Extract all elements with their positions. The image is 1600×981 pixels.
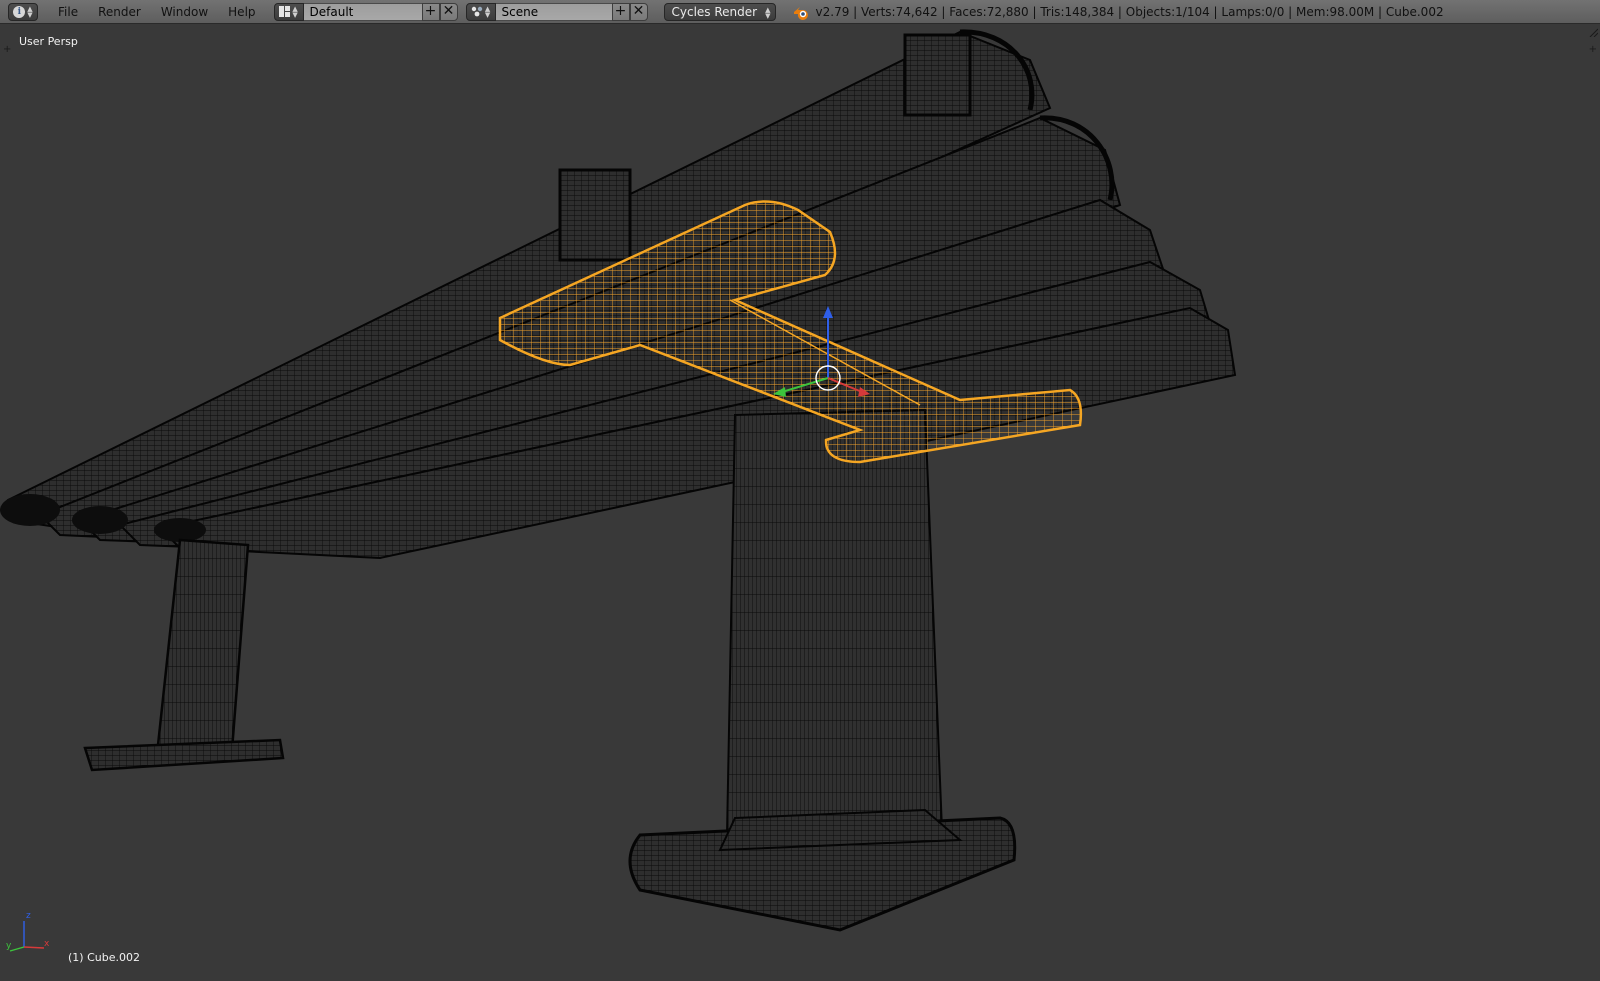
close-icon: ✕ <box>632 2 645 19</box>
screen-layout-icon[interactable]: ▲ ▼ <box>273 2 304 21</box>
menu-help[interactable]: Help <box>218 5 265 19</box>
wireframe-scene[interactable] <box>0 25 1600 981</box>
active-object-label: (1) Cube.002 <box>68 951 140 964</box>
plus-icon: + <box>424 2 437 19</box>
gizmo-x-label: x <box>44 939 50 949</box>
menu-render[interactable]: Render <box>88 5 151 19</box>
render-engine-label: Cycles Render <box>671 4 758 19</box>
menu-window[interactable]: Window <box>151 5 218 19</box>
remove-layout-button[interactable]: ✕ <box>439 2 458 21</box>
close-icon: ✕ <box>442 2 455 19</box>
scene-statistics: v2.79 | Verts:74,642 | Faces:72,880 | Tr… <box>815 4 1444 19</box>
gizmo-y-label: y <box>6 941 12 951</box>
view-name-label: User Persp <box>19 35 78 48</box>
scene-selector: ▲ ▼ Scene + ✕ <box>465 2 648 21</box>
blender-logo-icon <box>793 6 808 20</box>
scene-icon[interactable]: ▲ ▼ <box>465 2 496 21</box>
3d-viewport[interactable]: User Persp (1) Cube.002 + + z y x <box>0 25 1600 981</box>
area-split-left-icon[interactable]: + <box>3 44 11 55</box>
plus-icon: + <box>614 2 627 19</box>
bench-left-leg-mesh[interactable] <box>83 538 285 772</box>
area-split-right-icon[interactable]: + <box>1589 44 1597 55</box>
editor-type-selector[interactable]: i ▲ ▼ <box>8 2 38 21</box>
menu-file[interactable]: File <box>48 5 88 19</box>
render-engine-dropdown[interactable]: Cycles Render ▲ ▼ <box>663 2 776 21</box>
gizmo-z-label: z <box>26 911 31 921</box>
add-layout-button[interactable]: + <box>421 2 440 21</box>
scene-field[interactable]: Scene <box>495 2 612 21</box>
screen-layout-field[interactable]: Default <box>303 2 422 21</box>
updown-arrows-icon: ▲ ▼ <box>292 4 298 19</box>
screen-layout-selector: ▲ ▼ Default + ✕ <box>273 2 458 21</box>
remove-scene-button[interactable]: ✕ <box>629 2 648 21</box>
updown-arrows-icon: ▲ ▼ <box>484 4 491 19</box>
main-menu: File Render Window Help <box>48 5 266 19</box>
info-icon: i <box>13 5 26 18</box>
updown-arrows-icon: ▲ ▼ <box>27 4 33 19</box>
area-corner-icon[interactable] <box>1588 27 1598 37</box>
updown-arrows-icon: ▲ ▼ <box>765 5 771 20</box>
add-scene-button[interactable]: + <box>611 2 630 21</box>
info-header: i ▲ ▼ File Render Window Help ▲ ▼ Default … <box>0 0 1600 24</box>
